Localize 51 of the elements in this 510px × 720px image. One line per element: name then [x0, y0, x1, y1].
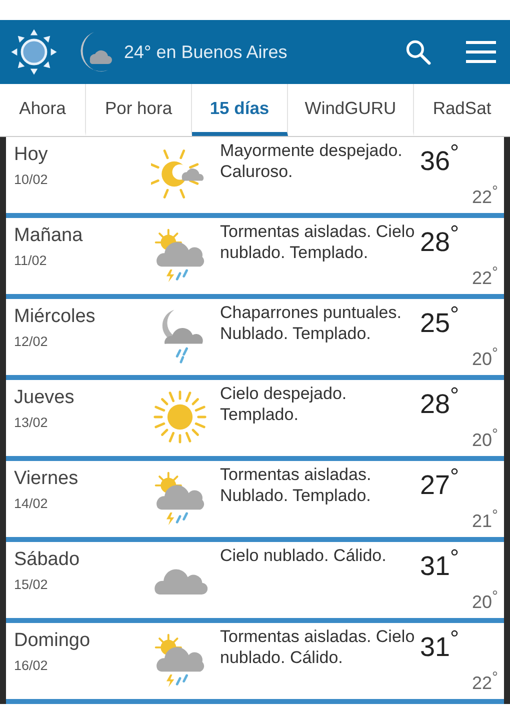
tab[interactable]: WindGURU — [288, 84, 414, 136]
high-temperature: 36$^{°}$ — [420, 139, 460, 177]
day-name: Hoy — [14, 144, 49, 166]
forecast-row[interactable]: Mañana 11/02 Tormentas aisladas. Cielo nublado. Templado. 28$^{°}$ 22$^{°}$ — [6, 218, 504, 294]
tab[interactable]: Por hora — [86, 84, 192, 136]
day-date: 10/02 — [14, 172, 49, 187]
day-name: Viernes — [14, 468, 80, 490]
day-name: Mañana — [14, 225, 84, 247]
high-temperature: 28$^{°}$ — [420, 382, 460, 420]
sun-icon[interactable] — [10, 28, 58, 76]
forecast-row[interactable]: Miércoles 12/02 Chaparrones puntuales. Nublado. Templado. 25$^{°}$ 20$^{°}$ — [6, 299, 504, 375]
low-temperature: 21$^{°}$ — [472, 507, 498, 532]
high-temperature: 31$^{°}$ — [420, 544, 460, 582]
day-name: Miércoles — [14, 306, 96, 328]
search-icon[interactable] — [404, 38, 432, 66]
forecast-description: Mayormente despejado. Caluroso. — [219, 140, 404, 183]
forecast-row[interactable]: Hoy 10/02 Mayormente despejado. Caluroso. 36$^{°}$ 22$^{°}$ — [6, 137, 504, 213]
day-date: 15/02 — [14, 577, 49, 592]
forecast-row[interactable]: Sábado 15/02 Cielo nublado. Cálido. 31$^{°}$ 20$^{°}$ — [6, 542, 504, 618]
forecast-row[interactable]: Jueves 13/02 Cielo despejado. Templado. 28$^{°}$ 20$^{°}$ — [6, 380, 504, 456]
forecast-row[interactable]: Domingo 16/02 Tormentas aisladas. Cielo nublado. Cálido. 31$^{°}$ 22$^{°}$ — [6, 623, 504, 699]
low-temperature: 20$^{°}$ — [472, 345, 498, 370]
sun-icon — [151, 388, 209, 446]
forecast-description: Chaparrones puntuales. Nublado. Templado. — [219, 302, 402, 345]
low-temperature: 22$^{°}$ — [472, 669, 498, 694]
day-name: Sábado — [14, 549, 81, 571]
tab[interactable]: RadSat — [414, 84, 510, 136]
high-temperature: 27$^{°}$ — [420, 463, 460, 501]
low-temperature: 22$^{°}$ — [472, 264, 498, 289]
menu-icon[interactable] — [466, 39, 496, 65]
forecast-description: Tormentas aisladas. Cielo nublado. Templado. — [219, 221, 416, 264]
forecast-description: Cielo despejado. Templado. — [219, 383, 348, 426]
location-title: 24° en Buenos Aires — [124, 42, 288, 62]
day-date: 12/02 — [14, 334, 49, 349]
low-temperature: 20$^{°}$ — [472, 426, 498, 451]
day-date: 13/02 — [14, 415, 49, 430]
day-date: 16/02 — [14, 658, 49, 673]
high-temperature: 25$^{°}$ — [420, 301, 460, 339]
forecast-description: Tormentas aisladas. Nublado. Templado. — [219, 464, 372, 507]
forecast-row[interactable]: Viernes 14/02 Tormentas aisladas. Nublado. Templado. 27$^{°}$ 21$^{°}$ — [6, 461, 504, 537]
forecast-description: Cielo nublado. Cálido. — [219, 545, 388, 567]
low-temperature: 22$^{°}$ — [472, 183, 498, 208]
day-date: 11/02 — [14, 253, 48, 268]
high-temperature: 31$^{°}$ — [420, 625, 460, 663]
day-name: Jueves — [14, 387, 76, 409]
forecast-description: Tormentas aisladas. Cielo nublado. Cálido. — [219, 626, 416, 669]
day-name: Domingo — [14, 630, 92, 652]
high-temperature: 28$^{°}$ — [420, 220, 460, 258]
day-date: 14/02 — [14, 496, 49, 511]
low-temperature: 20$^{°}$ — [472, 588, 498, 613]
tab[interactable]: Ahora — [0, 84, 86, 136]
